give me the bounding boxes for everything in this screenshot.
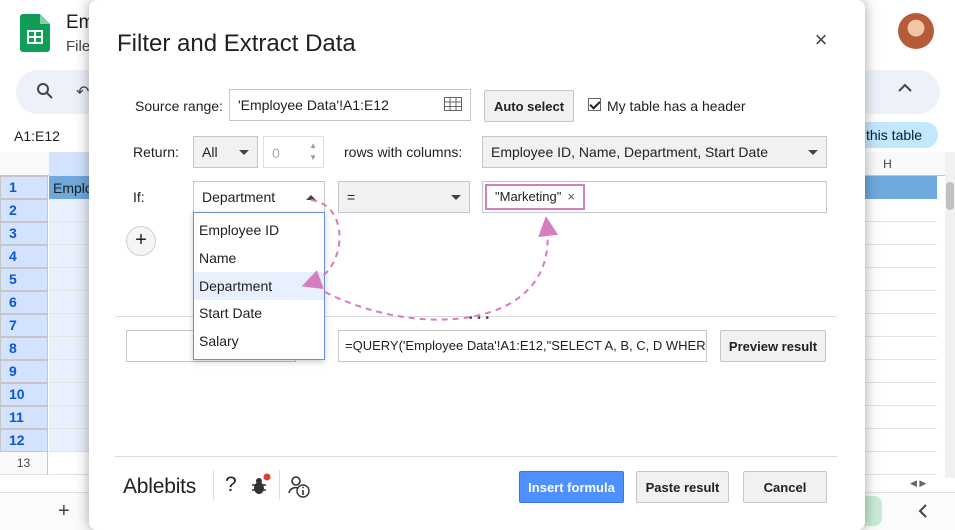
formula-preview-field[interactable]: =QUERY('Employee Data'!A1:E12,"SELECT A,… — [338, 330, 707, 362]
cancel-button[interactable]: Cancel — [743, 471, 827, 503]
dialog-title: Filter and Extract Data — [117, 30, 356, 57]
range-select-icon[interactable] — [444, 97, 462, 111]
row-header[interactable]: 5 — [0, 268, 48, 291]
operator-value: = — [347, 189, 356, 205]
name-box[interactable]: A1:E12 — [14, 128, 60, 144]
condition-value-input[interactable]: "Marketing" × — [482, 181, 827, 213]
bug-report-icon[interactable] — [249, 473, 271, 497]
account-info-icon[interactable] — [287, 474, 311, 498]
selected-cell[interactable] — [49, 245, 89, 267]
chevron-down-icon — [808, 149, 818, 155]
header-checkbox[interactable] — [588, 98, 601, 111]
selected-cell[interactable] — [49, 222, 89, 244]
column-dropdown-list: Employee ID Name Department Start Date Salar… — [193, 212, 325, 360]
dropdown-option[interactable]: Salary — [194, 327, 324, 355]
column-header-a[interactable] — [49, 152, 89, 176]
return-select[interactable]: All — [193, 136, 258, 168]
row-header[interactable]: 4 — [0, 245, 48, 268]
row-header[interactable]: 9 — [0, 360, 48, 383]
search-icon[interactable] — [36, 82, 54, 100]
add-condition-button[interactable]: + — [126, 226, 156, 256]
row-header[interactable]: 10 — [0, 383, 48, 406]
dropdown-option[interactable]: Department — [194, 271, 324, 300]
row-header[interactable]: 12 — [0, 429, 48, 452]
dropdown-option[interactable]: Employee ID — [194, 216, 324, 244]
selected-cell[interactable] — [49, 406, 89, 428]
row-count-stepper[interactable]: 0 ▲ ▼ — [263, 136, 324, 168]
dropdown-option[interactable]: Start Date — [194, 299, 324, 327]
ablebits-logo[interactable]: Ablebits — [123, 475, 196, 499]
source-range-input[interactable]: 'Employee Data'!A1:E12 — [229, 89, 471, 121]
preview-result-button[interactable]: Preview result — [720, 330, 826, 362]
selected-cell[interactable] — [49, 383, 89, 405]
menu-file[interactable]: File — [66, 38, 90, 55]
chevron-up-icon[interactable] — [898, 83, 912, 93]
stepper-up-icon[interactable]: ▲ — [309, 141, 317, 150]
row-header[interactable]: 13 — [0, 452, 48, 475]
footer-separator — [279, 470, 280, 500]
vertical-scrollbar[interactable] — [945, 152, 955, 478]
row-header[interactable]: 1 — [0, 176, 48, 199]
explore-button[interactable] — [862, 496, 882, 526]
value-chip-label: "Marketing" — [495, 189, 562, 204]
selected-cell[interactable] — [49, 291, 89, 313]
selected-cell[interactable] — [49, 360, 89, 382]
undo-icon[interactable]: ↶ — [76, 82, 89, 102]
columns-value: Employee ID, Name, Department, Start Dat… — [491, 144, 768, 160]
columns-select[interactable]: Employee ID, Name, Department, Start Dat… — [482, 136, 827, 168]
chip-remove-icon[interactable]: × — [567, 186, 575, 208]
selected-cell[interactable] — [49, 199, 89, 221]
row-header[interactable]: 6 — [0, 291, 48, 314]
selected-cell[interactable] — [49, 429, 89, 451]
selected-cell[interactable] — [49, 268, 89, 290]
filter-extract-dialog: Filter and Extract Data × Source range: … — [89, 0, 865, 530]
row-header[interactable]: 8 — [0, 337, 48, 360]
chevron-left-icon[interactable] — [918, 504, 928, 518]
operator-select[interactable]: = — [338, 181, 470, 213]
stepper-down-icon[interactable]: ▼ — [309, 153, 317, 162]
source-range-label: Source range: — [135, 98, 223, 114]
row-header[interactable]: 3 — [0, 222, 48, 245]
condition-column-value: Department — [202, 189, 276, 205]
value-arrow-curve — [324, 216, 559, 321]
source-range-value: 'Employee Data'!A1:E12 — [238, 97, 389, 113]
add-sheet-button[interactable]: + — [58, 500, 70, 523]
footer-divider — [115, 456, 837, 457]
selected-cell[interactable] — [49, 337, 89, 359]
footer-separator — [213, 470, 214, 500]
sheets-logo-icon[interactable] — [20, 14, 50, 52]
auto-select-button[interactable]: Auto select — [484, 90, 574, 122]
dropdown-option[interactable]: Name — [194, 244, 324, 272]
header-checkbox-label: My table has a header — [607, 98, 746, 114]
return-value: All — [202, 144, 218, 160]
rows-with-columns-label: rows with columns: — [344, 144, 463, 160]
condition-column-select[interactable]: Department — [193, 181, 325, 213]
if-label: If: — [133, 189, 145, 205]
row-count-value: 0 — [272, 145, 280, 161]
row-header[interactable]: 11 — [0, 406, 48, 429]
cell-a1[interactable]: Emplo — [53, 180, 93, 196]
row-header[interactable]: 2 — [0, 199, 48, 222]
selected-cell[interactable] — [49, 314, 89, 336]
horizontal-scroll-arrows[interactable]: ◀ ▶ — [910, 478, 926, 489]
help-icon[interactable]: ? — [225, 473, 237, 497]
row-header[interactable]: 7 — [0, 314, 48, 337]
value-chip[interactable]: "Marketing" × — [485, 184, 585, 210]
close-icon[interactable]: × — [811, 29, 831, 51]
chevron-up-icon — [306, 194, 316, 200]
return-label: Return: — [133, 144, 179, 160]
insert-formula-button[interactable]: Insert formula — [519, 471, 624, 503]
scrollbar-thumb[interactable] — [946, 182, 954, 210]
paste-result-button[interactable]: Paste result — [636, 471, 729, 503]
chevron-down-icon — [239, 149, 249, 155]
resize-handle-icon[interactable]: • • • — [469, 313, 490, 324]
avatar[interactable] — [898, 13, 934, 49]
chevron-down-icon — [451, 194, 461, 200]
